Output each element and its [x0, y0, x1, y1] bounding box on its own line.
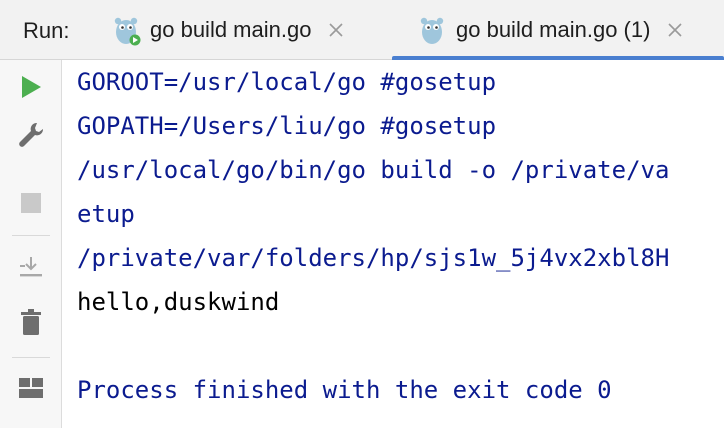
console-line: hello,duskwind	[77, 288, 280, 316]
scroll-to-end-button[interactable]	[14, 250, 48, 284]
clear-all-button[interactable]	[14, 305, 48, 339]
toolbar-separator	[12, 235, 50, 236]
run-toolbar	[0, 60, 62, 428]
process-finished-message: Process finished with the exit code 0	[77, 376, 612, 404]
close-icon[interactable]	[327, 21, 345, 39]
layout-button[interactable]	[14, 371, 48, 405]
stop-button[interactable]	[14, 186, 48, 220]
console-output[interactable]: GOROOT=/usr/local/go #gosetup GOPATH=/Us…	[62, 60, 724, 428]
rerun-button[interactable]	[14, 70, 48, 104]
console-line: /private/var/folders/hp/sjs1w_5j4vx2xbl8…	[77, 244, 670, 272]
gopher-icon	[420, 17, 444, 44]
wrench-icon	[19, 122, 44, 147]
run-tool-window-header: Run: go build main.go go build main.go (…	[0, 0, 724, 60]
tab-title: go build main.go	[150, 16, 312, 42]
layout-icon	[19, 378, 43, 398]
console-line: GOPATH=/Users/liu/go #gosetup	[77, 112, 497, 140]
run-label: Run:	[23, 18, 70, 43]
rerun-icon	[22, 76, 41, 98]
tab-title: go build main.go (1)	[456, 16, 651, 42]
toolbar-separator	[12, 357, 50, 358]
settings-button[interactable]	[14, 118, 48, 152]
console-line: etup	[77, 200, 135, 228]
console-line: /usr/local/go/bin/go build -o /private/v…	[77, 156, 670, 184]
gopher-run-icon	[114, 17, 141, 45]
stop-icon	[21, 193, 41, 213]
console-line: GOROOT=/usr/local/go #gosetup	[77, 68, 497, 96]
scroll-to-end-icon	[20, 257, 42, 277]
tab-go-build-main-1[interactable]: go build main.go (1)	[392, 0, 724, 60]
tab-go-build-main[interactable]: go build main.go	[112, 0, 382, 59]
trash-icon	[21, 309, 41, 335]
close-icon[interactable]	[666, 21, 684, 39]
